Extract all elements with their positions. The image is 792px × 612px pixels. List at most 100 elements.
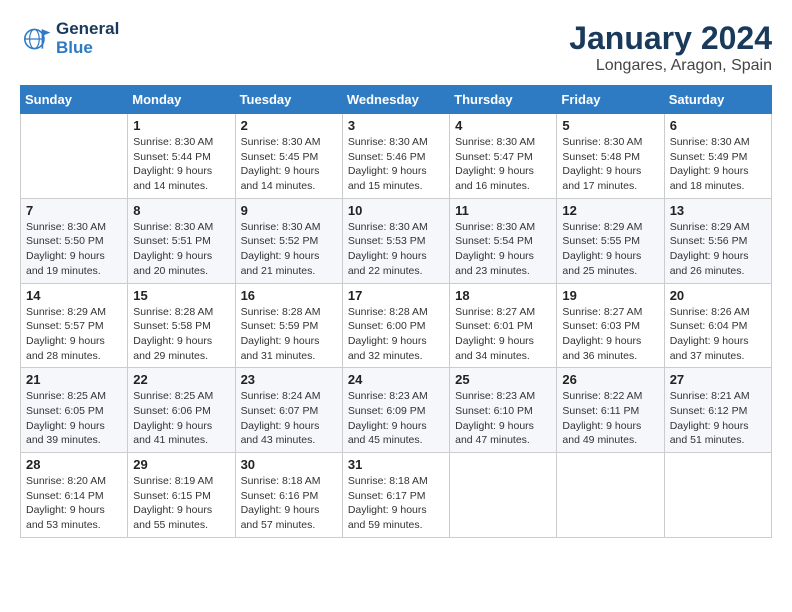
day-info: Sunrise: 8:30 AM Sunset: 5:49 PM Dayligh… [670, 135, 766, 194]
sunset-text: Sunset: 5:44 PM [133, 150, 229, 165]
sunset-text: Sunset: 5:55 PM [562, 234, 658, 249]
daylight-text: Daylight: 9 hours and 43 minutes. [241, 419, 337, 448]
day-number: 23 [241, 372, 337, 387]
logo-text-blue: Blue [56, 39, 119, 58]
sunset-text: Sunset: 5:45 PM [241, 150, 337, 165]
day-number: 30 [241, 457, 337, 472]
daylight-text: Daylight: 9 hours and 17 minutes. [562, 164, 658, 193]
page-subtitle: Longares, Aragon, Spain [569, 57, 772, 75]
day-info: Sunrise: 8:26 AM Sunset: 6:04 PM Dayligh… [670, 305, 766, 364]
day-info: Sunrise: 8:28 AM Sunset: 5:58 PM Dayligh… [133, 305, 229, 364]
calendar-week-row: 14 Sunrise: 8:29 AM Sunset: 5:57 PM Dayl… [21, 283, 772, 368]
calendar-cell: 20 Sunrise: 8:26 AM Sunset: 6:04 PM Dayl… [664, 283, 771, 368]
sunrise-text: Sunrise: 8:30 AM [455, 135, 551, 150]
calendar-cell: 16 Sunrise: 8:28 AM Sunset: 5:59 PM Dayl… [235, 283, 342, 368]
calendar-cell: 1 Sunrise: 8:30 AM Sunset: 5:44 PM Dayli… [128, 114, 235, 199]
daylight-text: Daylight: 9 hours and 49 minutes. [562, 419, 658, 448]
sunset-text: Sunset: 6:11 PM [562, 404, 658, 419]
day-number: 8 [133, 203, 229, 218]
day-number: 7 [26, 203, 122, 218]
sunset-text: Sunset: 6:01 PM [455, 319, 551, 334]
day-info: Sunrise: 8:25 AM Sunset: 6:06 PM Dayligh… [133, 389, 229, 448]
sunrise-text: Sunrise: 8:18 AM [348, 474, 444, 489]
sunset-text: Sunset: 6:16 PM [241, 489, 337, 504]
day-number: 18 [455, 288, 551, 303]
calendar-cell: 15 Sunrise: 8:28 AM Sunset: 5:58 PM Dayl… [128, 283, 235, 368]
day-info: Sunrise: 8:30 AM Sunset: 5:51 PM Dayligh… [133, 220, 229, 279]
calendar-cell: 28 Sunrise: 8:20 AM Sunset: 6:14 PM Dayl… [21, 453, 128, 538]
sunrise-text: Sunrise: 8:27 AM [455, 305, 551, 320]
day-info: Sunrise: 8:29 AM Sunset: 5:57 PM Dayligh… [26, 305, 122, 364]
day-number: 1 [133, 118, 229, 133]
daylight-text: Daylight: 9 hours and 39 minutes. [26, 419, 122, 448]
day-info: Sunrise: 8:30 AM Sunset: 5:54 PM Dayligh… [455, 220, 551, 279]
day-info: Sunrise: 8:30 AM Sunset: 5:45 PM Dayligh… [241, 135, 337, 194]
sunrise-text: Sunrise: 8:30 AM [348, 220, 444, 235]
sunrise-text: Sunrise: 8:26 AM [670, 305, 766, 320]
sunrise-text: Sunrise: 8:30 AM [562, 135, 658, 150]
day-info: Sunrise: 8:30 AM Sunset: 5:46 PM Dayligh… [348, 135, 444, 194]
weekday-header: Saturday [664, 86, 771, 114]
day-number: 24 [348, 372, 444, 387]
day-info: Sunrise: 8:24 AM Sunset: 6:07 PM Dayligh… [241, 389, 337, 448]
daylight-text: Daylight: 9 hours and 53 minutes. [26, 503, 122, 532]
sunrise-text: Sunrise: 8:28 AM [348, 305, 444, 320]
daylight-text: Daylight: 9 hours and 31 minutes. [241, 334, 337, 363]
calendar-cell: 9 Sunrise: 8:30 AM Sunset: 5:52 PM Dayli… [235, 198, 342, 283]
weekday-header: Monday [128, 86, 235, 114]
calendar-cell: 5 Sunrise: 8:30 AM Sunset: 5:48 PM Dayli… [557, 114, 664, 199]
sunset-text: Sunset: 6:09 PM [348, 404, 444, 419]
weekday-header: Tuesday [235, 86, 342, 114]
calendar-cell: 4 Sunrise: 8:30 AM Sunset: 5:47 PM Dayli… [450, 114, 557, 199]
sunset-text: Sunset: 5:56 PM [670, 234, 766, 249]
day-info: Sunrise: 8:30 AM Sunset: 5:47 PM Dayligh… [455, 135, 551, 194]
daylight-text: Daylight: 9 hours and 16 minutes. [455, 164, 551, 193]
sunrise-text: Sunrise: 8:22 AM [562, 389, 658, 404]
sunset-text: Sunset: 6:03 PM [562, 319, 658, 334]
sunset-text: Sunset: 5:51 PM [133, 234, 229, 249]
calendar-cell: 8 Sunrise: 8:30 AM Sunset: 5:51 PM Dayli… [128, 198, 235, 283]
sunrise-text: Sunrise: 8:24 AM [241, 389, 337, 404]
weekday-header-row: SundayMondayTuesdayWednesdayThursdayFrid… [21, 86, 772, 114]
daylight-text: Daylight: 9 hours and 51 minutes. [670, 419, 766, 448]
daylight-text: Daylight: 9 hours and 37 minutes. [670, 334, 766, 363]
day-number: 9 [241, 203, 337, 218]
sunrise-text: Sunrise: 8:30 AM [133, 220, 229, 235]
weekday-header: Thursday [450, 86, 557, 114]
sunrise-text: Sunrise: 8:19 AM [133, 474, 229, 489]
day-info: Sunrise: 8:21 AM Sunset: 6:12 PM Dayligh… [670, 389, 766, 448]
day-number: 11 [455, 203, 551, 218]
daylight-text: Daylight: 9 hours and 22 minutes. [348, 249, 444, 278]
daylight-text: Daylight: 9 hours and 47 minutes. [455, 419, 551, 448]
sunrise-text: Sunrise: 8:30 AM [241, 220, 337, 235]
sunrise-text: Sunrise: 8:28 AM [241, 305, 337, 320]
day-info: Sunrise: 8:23 AM Sunset: 6:09 PM Dayligh… [348, 389, 444, 448]
calendar-cell: 27 Sunrise: 8:21 AM Sunset: 6:12 PM Dayl… [664, 368, 771, 453]
weekday-header: Friday [557, 86, 664, 114]
day-number: 26 [562, 372, 658, 387]
day-number: 19 [562, 288, 658, 303]
calendar-cell: 14 Sunrise: 8:29 AM Sunset: 5:57 PM Dayl… [21, 283, 128, 368]
sunrise-text: Sunrise: 8:30 AM [241, 135, 337, 150]
day-number: 3 [348, 118, 444, 133]
weekday-header: Wednesday [342, 86, 449, 114]
sunrise-text: Sunrise: 8:30 AM [133, 135, 229, 150]
day-info: Sunrise: 8:20 AM Sunset: 6:14 PM Dayligh… [26, 474, 122, 533]
day-info: Sunrise: 8:30 AM Sunset: 5:48 PM Dayligh… [562, 135, 658, 194]
sunset-text: Sunset: 6:14 PM [26, 489, 122, 504]
day-number: 31 [348, 457, 444, 472]
sunrise-text: Sunrise: 8:28 AM [133, 305, 229, 320]
calendar-week-row: 7 Sunrise: 8:30 AM Sunset: 5:50 PM Dayli… [21, 198, 772, 283]
sunset-text: Sunset: 5:46 PM [348, 150, 444, 165]
day-number: 10 [348, 203, 444, 218]
daylight-text: Daylight: 9 hours and 59 minutes. [348, 503, 444, 532]
sunset-text: Sunset: 5:54 PM [455, 234, 551, 249]
sunset-text: Sunset: 6:17 PM [348, 489, 444, 504]
day-info: Sunrise: 8:27 AM Sunset: 6:03 PM Dayligh… [562, 305, 658, 364]
day-number: 6 [670, 118, 766, 133]
calendar-cell: 26 Sunrise: 8:22 AM Sunset: 6:11 PM Dayl… [557, 368, 664, 453]
day-info: Sunrise: 8:28 AM Sunset: 5:59 PM Dayligh… [241, 305, 337, 364]
day-info: Sunrise: 8:27 AM Sunset: 6:01 PM Dayligh… [455, 305, 551, 364]
daylight-text: Daylight: 9 hours and 55 minutes. [133, 503, 229, 532]
calendar-table: SundayMondayTuesdayWednesdayThursdayFrid… [20, 85, 772, 538]
